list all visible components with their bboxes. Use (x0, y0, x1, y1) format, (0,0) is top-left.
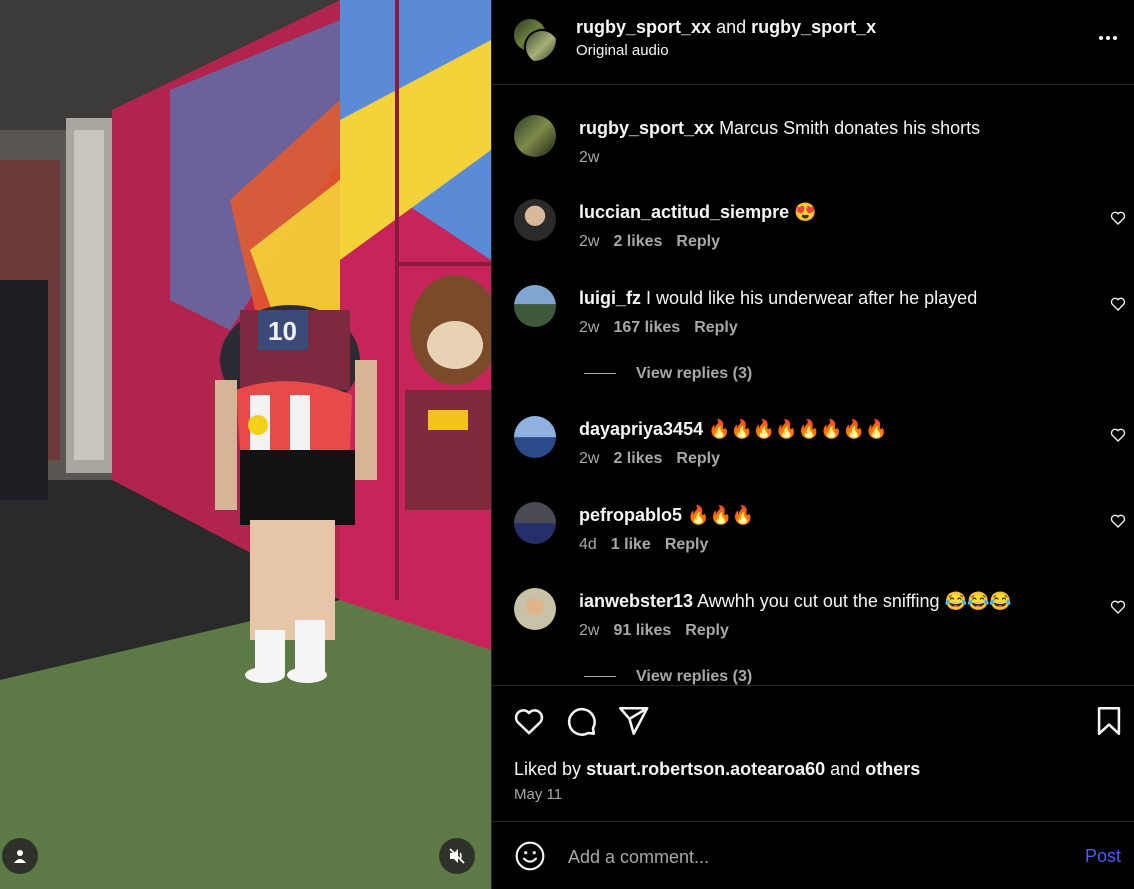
post-date[interactable]: May 11 (514, 786, 562, 803)
comment-text: luccian_actitud_siempre 😍 (579, 201, 817, 223)
speaker-muted-icon (449, 848, 465, 864)
avatar[interactable] (514, 416, 556, 458)
comment-likes[interactable]: 91 likes (613, 622, 671, 639)
avatar[interactable] (514, 285, 556, 327)
comment-time: 4d (579, 536, 597, 553)
comment-username[interactable]: dayapriya3454 (579, 419, 703, 439)
user-icon (14, 850, 26, 863)
comment-likes[interactable]: 167 likes (613, 319, 680, 336)
comment-input[interactable] (566, 840, 1050, 874)
caption-meta: 2w (579, 149, 613, 167)
reply-button[interactable]: Reply (676, 233, 720, 250)
post-button[interactable]: Post (1085, 846, 1121, 867)
heart-icon[interactable] (1110, 513, 1126, 529)
comment-text: pefropablo5 🔥🔥🔥 (579, 504, 754, 526)
comment-body: 🔥🔥🔥🔥🔥🔥🔥🔥 (708, 419, 888, 439)
more-horizontal-icon[interactable] (1096, 26, 1120, 50)
post-actions: Liked by stuart.robertson.aotearoa60 and… (492, 685, 1134, 822)
heart-icon[interactable] (1110, 599, 1126, 615)
comment-text: luigi_fz I would like his underwear afte… (579, 287, 977, 309)
reel-video[interactable]: 10 (0, 0, 491, 889)
caption-body: Marcus Smith donates his shorts (719, 118, 981, 138)
avatar[interactable] (514, 502, 556, 544)
liked-others-link[interactable]: others (865, 759, 920, 779)
comment-time: 2w (579, 233, 600, 250)
comment-likes[interactable]: 2 likes (613, 450, 662, 467)
add-comment-bar: Post (492, 822, 1134, 889)
caption-time: 2w (579, 149, 600, 166)
like-heart-icon[interactable] (512, 704, 546, 738)
liked-prefix: Liked by (514, 759, 582, 779)
comment-time: 2w (579, 319, 600, 336)
avatar[interactable] (514, 115, 556, 157)
comment-body: 🔥🔥🔥 (687, 505, 755, 525)
author-connector: and (716, 17, 747, 37)
comment-time: 2w (579, 622, 600, 639)
post-authors: rugby_sport_xx and rugby_sport_x (576, 16, 876, 38)
comment-time: 2w (579, 450, 600, 467)
reply-button[interactable]: Reply (676, 450, 720, 467)
comment-username[interactable]: luccian_actitud_siempre (579, 202, 789, 222)
collab-avatar[interactable] (512, 17, 556, 61)
comment-likes[interactable]: 2 likes (613, 233, 662, 250)
liked-and: and (830, 759, 861, 779)
heart-icon[interactable] (1110, 427, 1126, 443)
comment-meta: 2w 167 likes Reply (579, 319, 752, 337)
view-replies-button[interactable]: View replies (3) (584, 668, 752, 685)
author-link-2[interactable]: rugby_sport_x (751, 17, 876, 37)
reply-button[interactable]: Reply (685, 622, 729, 639)
post-panel: rugby_sport_xx and rugby_sport_x Origina… (491, 0, 1134, 889)
audio-link[interactable]: Original audio (576, 42, 669, 59)
caption-username[interactable]: rugby_sport_xx (579, 118, 714, 138)
view-replies-label: View replies (3) (636, 365, 753, 382)
reply-button[interactable]: Reply (665, 536, 709, 553)
comment-meta: 2w 2 likes Reply (579, 233, 734, 251)
comment-icon[interactable] (564, 704, 598, 738)
comment-meta: 2w 91 likes Reply (579, 622, 743, 640)
comment-username[interactable]: pefropablo5 (579, 505, 682, 525)
heart-icon[interactable] (1110, 210, 1126, 226)
reply-button[interactable]: Reply (694, 319, 738, 336)
svg-text:10: 10 (268, 316, 297, 346)
tagged-users-button[interactable] (2, 838, 38, 874)
comment-likes[interactable]: 1 like (611, 536, 651, 553)
caption-text: rugby_sport_xx Marcus Smith donates his … (579, 117, 980, 139)
view-replies-button[interactable]: View replies (3) (584, 365, 752, 383)
comments-list[interactable]: rugby_sport_xx Marcus Smith donates his … (492, 86, 1134, 685)
liked-user-link[interactable]: stuart.robertson.aotearoa60 (586, 759, 825, 779)
post-header: rugby_sport_xx and rugby_sport_x Origina… (492, 0, 1134, 85)
share-icon[interactable] (616, 704, 650, 738)
comment-text: ianwebster13 Awwhh you cut out the sniff… (579, 590, 1012, 612)
heart-icon[interactable] (1110, 296, 1126, 312)
mute-button[interactable] (439, 838, 475, 874)
avatar[interactable] (514, 199, 556, 241)
comment-meta: 4d 1 like Reply (579, 536, 722, 554)
comment-body: Awwhh you cut out the sniffing 😂😂😂 (697, 591, 1012, 611)
view-replies-label: View replies (3) (636, 668, 753, 685)
comment-meta: 2w 2 likes Reply (579, 450, 734, 468)
bookmark-icon[interactable] (1092, 704, 1126, 738)
video-frame: 10 (0, 0, 491, 889)
avatar[interactable] (514, 588, 556, 630)
comment-username[interactable]: ianwebster13 (579, 591, 693, 611)
liked-by: Liked by stuart.robertson.aotearoa60 and… (514, 759, 920, 780)
comment-text: dayapriya3454 🔥🔥🔥🔥🔥🔥🔥🔥 (579, 418, 887, 440)
comment-body: I would like his underwear after he play… (646, 288, 978, 308)
emoji-icon[interactable] (514, 840, 546, 872)
comment-username[interactable]: luigi_fz (579, 288, 641, 308)
comment-body: 😍 (794, 202, 817, 222)
author-link-1[interactable]: rugby_sport_xx (576, 17, 711, 37)
